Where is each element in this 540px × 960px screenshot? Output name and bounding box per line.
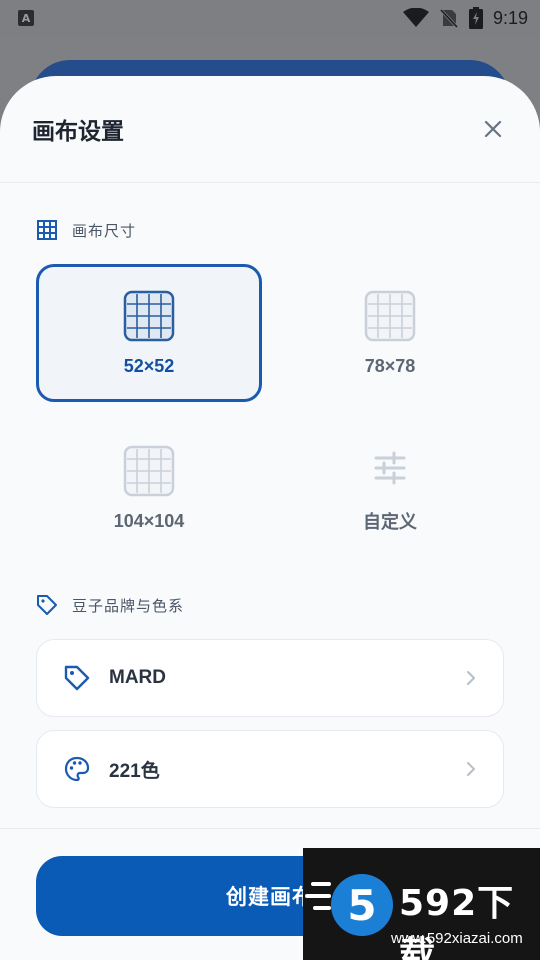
watermark-brand: 592下载 <box>399 883 515 960</box>
palette-icon <box>64 756 90 782</box>
canvas-grid-icon <box>123 290 175 341</box>
palette-selector-row[interactable]: 221色 <box>36 730 504 808</box>
sheet-title: 画布设置 <box>32 119 124 145</box>
sheet-header: 画布设置 <box>0 76 540 183</box>
brand-selector-row[interactable]: MARD <box>36 639 504 717</box>
brand-value: MARD <box>109 667 166 688</box>
size-option-label: 78×78 <box>364 355 416 376</box>
brand-section-label: 豆子品牌与色系 <box>36 594 184 616</box>
canvas-settings-sheet: 画布设置 画布尺寸 52×52 78×78 104×104 自定义 豆子品牌与色… <box>0 76 540 960</box>
tag-icon <box>64 665 90 691</box>
size-option-52[interactable]: 52×52 <box>36 264 262 402</box>
size-option-label: 自定义 <box>363 512 417 533</box>
close-button[interactable] <box>478 114 508 144</box>
size-option-custom[interactable]: 自定义 <box>277 419 503 557</box>
watermark-url: www.592xiazai.com <box>391 930 523 947</box>
notification-icon: A <box>18 10 34 26</box>
canvas-size-section-label: 画布尺寸 <box>36 219 136 241</box>
canvas-size-label: 画布尺寸 <box>72 221 137 240</box>
tag-icon <box>37 595 57 615</box>
chevron-right-icon <box>467 671 475 685</box>
watermark-logo: 5 592下载 www.592xiazai.com <box>303 848 540 960</box>
battery-charging-icon <box>468 7 483 29</box>
watermark-circle-icon: 5 <box>331 874 393 936</box>
brand-section-text: 豆子品牌与色系 <box>72 596 185 615</box>
watermark-digit: 5 <box>347 880 377 930</box>
size-option-label: 104×104 <box>113 510 185 531</box>
size-option-104[interactable]: 104×104 <box>36 419 262 557</box>
grid-icon <box>37 220 57 240</box>
size-option-label: 52×52 <box>123 355 175 376</box>
status-time: 9:19 <box>492 7 528 28</box>
wifi-icon <box>402 8 429 27</box>
close-icon <box>484 120 502 138</box>
sliders-icon <box>374 451 406 485</box>
status-bar: A 9:19 <box>0 0 540 36</box>
chevron-right-icon <box>467 762 475 776</box>
no-sim-icon <box>439 8 459 28</box>
create-canvas-label: 创建画布 <box>226 885 314 909</box>
canvas-grid-icon <box>123 445 175 496</box>
palette-value: 221色 <box>109 760 160 782</box>
size-option-78[interactable]: 78×78 <box>277 264 503 402</box>
canvas-grid-icon <box>364 290 416 341</box>
